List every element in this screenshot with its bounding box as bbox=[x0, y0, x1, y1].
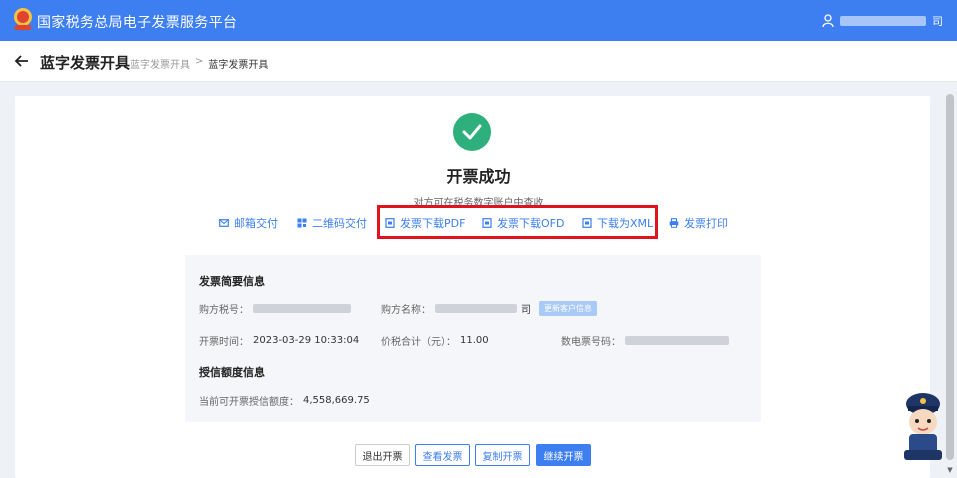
user-name-tail: 司 bbox=[932, 15, 943, 28]
site-title: 国家税务总局电子发票服务平台 bbox=[37, 15, 238, 31]
mail-icon bbox=[219, 219, 229, 227]
scroll-down-icon[interactable]: ▼ bbox=[945, 466, 955, 476]
credit-available-value: 4,558,669.75 bbox=[303, 395, 370, 406]
print-invoice-label: 发票打印 bbox=[684, 217, 728, 230]
user-name-mask bbox=[840, 16, 926, 26]
buyer-name-label: 购方名称： bbox=[381, 305, 431, 316]
breadcrumb-item[interactable]: 蓝字发票开具 bbox=[130, 56, 190, 71]
breadcrumb-current: 蓝字发票开具 bbox=[208, 60, 269, 71]
user-menu[interactable]: 司 bbox=[822, 13, 943, 29]
credit-info-title: 授信额度信息 bbox=[199, 366, 265, 379]
view-invoice-button[interactable]: 查看发票 bbox=[415, 444, 470, 466]
page-title: 蓝字发票开具 bbox=[40, 54, 131, 72]
total-amount-field: 价税合计（元）： 11.00 bbox=[381, 333, 489, 348]
mail-delivery-link[interactable]: 邮箱交付 bbox=[219, 215, 278, 231]
tax-emblem-icon bbox=[14, 8, 32, 30]
total-amount-label: 价税合计（元）： bbox=[381, 337, 456, 348]
user-icon bbox=[822, 14, 834, 28]
invoice-number-label: 数电票号码： bbox=[561, 337, 621, 348]
qrcode-delivery-label: 二维码交付 bbox=[312, 217, 367, 230]
issue-time-label: 开票时间： bbox=[199, 337, 249, 348]
breadcrumb-separator: > bbox=[195, 56, 204, 67]
mail-delivery-label: 邮箱交付 bbox=[234, 217, 278, 230]
copy-invoice-button[interactable]: 复制开票 bbox=[475, 444, 530, 466]
invoice-summary-title: 发票简要信息 bbox=[199, 275, 265, 288]
back-arrow-icon[interactable] bbox=[14, 53, 30, 69]
breadcrumb: 蓝字发票开具 > 蓝字发票开具 bbox=[130, 56, 268, 71]
mascot-assistant-icon[interactable] bbox=[898, 388, 948, 462]
update-customer-button[interactable]: 更新客户信息 bbox=[539, 301, 597, 316]
print-invoice-link[interactable]: 发票打印 bbox=[669, 215, 728, 231]
total-amount-value: 11.00 bbox=[460, 335, 489, 346]
buyer-name-field: 购方名称： 司 更新客户信息 bbox=[381, 301, 597, 316]
invoice-number-field: 数电票号码： bbox=[561, 333, 729, 348]
qrcode-delivery-link[interactable]: 二维码交付 bbox=[297, 215, 367, 231]
issue-time-value: 2023-03-29 10:33:04 bbox=[253, 335, 360, 346]
buyer-tax-number-field: 购方税号： bbox=[199, 301, 351, 316]
buyer-name-tail: 司 bbox=[521, 305, 531, 316]
invoice-number-mask bbox=[625, 336, 729, 345]
issue-time-field: 开票时间： 2023-03-29 10:33:04 bbox=[199, 333, 359, 348]
success-check-icon bbox=[453, 113, 491, 151]
qrcode-icon bbox=[297, 218, 307, 228]
buyer-name-mask bbox=[435, 304, 517, 313]
credit-available-field: 当前可开票授信额度： 4,558,669.75 bbox=[199, 393, 370, 408]
sub-header: 蓝字发票开具 蓝字发票开具 > 蓝字发票开具 bbox=[0, 41, 957, 82]
download-highlight-box bbox=[377, 205, 658, 239]
credit-available-label: 当前可开票授信额度： bbox=[199, 397, 299, 408]
exit-invoice-button[interactable]: 退出开票 bbox=[355, 444, 410, 466]
printer-icon bbox=[669, 218, 679, 228]
continue-invoice-button[interactable]: 继续开票 bbox=[536, 444, 591, 466]
buyer-tax-number-mask bbox=[253, 304, 351, 313]
buyer-tax-number-label: 购方税号： bbox=[199, 305, 249, 316]
top-bar: 国家税务总局电子发票服务平台 司 bbox=[0, 0, 957, 41]
success-title: 开票成功 bbox=[446, 167, 511, 186]
